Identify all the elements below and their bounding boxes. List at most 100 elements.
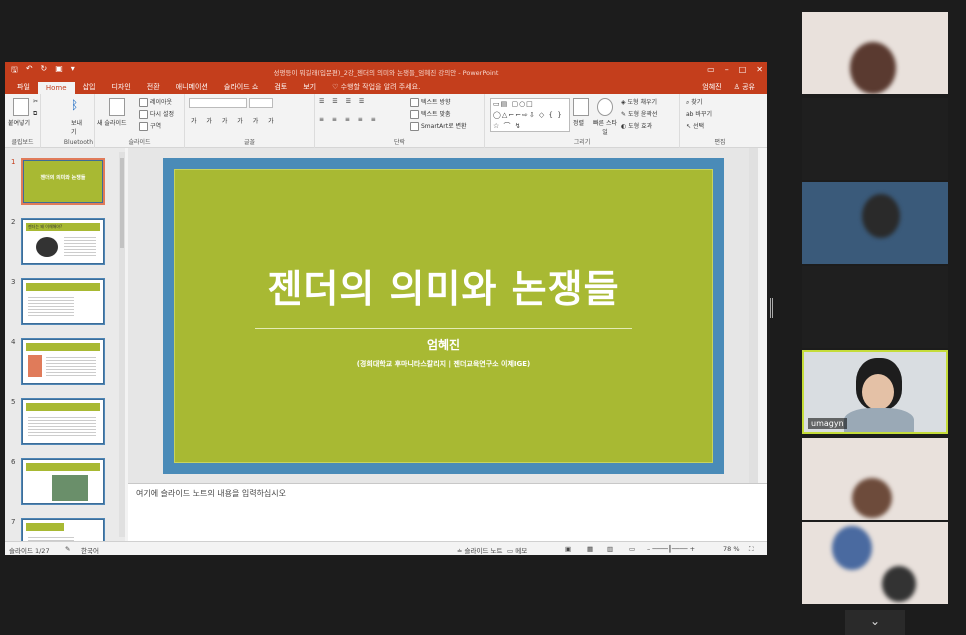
participant-tile-2[interactable] bbox=[802, 98, 948, 180]
fit-slide-icon[interactable]: ⛶ bbox=[749, 545, 754, 554]
status-bar: 슬라이드 1/27 ✎ 한국어 ≐ 슬라이드 노트 ▭ 메모 ▣ ▦ ▥ ▭ –… bbox=[5, 541, 767, 555]
outline-icon: ✎ bbox=[621, 111, 628, 118]
editor-scrollbar[interactable] bbox=[749, 148, 758, 483]
arrange-icon[interactable] bbox=[573, 98, 589, 116]
slide-thumbnail-1[interactable]: 젠더의 의미와 논쟁들 bbox=[21, 158, 105, 205]
ribbon-options-icon[interactable]: ▭ bbox=[707, 65, 715, 74]
slide-thumbnail-5[interactable] bbox=[21, 398, 105, 445]
notes-icon: ≐ bbox=[457, 547, 465, 555]
thumb-header bbox=[26, 283, 100, 291]
cut-icon[interactable]: ✂ bbox=[33, 98, 38, 105]
font-size-input[interactable] bbox=[249, 98, 273, 108]
replace-button[interactable]: ab 바꾸기 bbox=[686, 109, 712, 118]
ribbon-home: 붙여넣기 ✂ ⧉ 클립보드 ᛒ 보내기 Bluetooth 새 슬라이드 레이아… bbox=[5, 94, 767, 148]
slide-sorter-icon[interactable]: ▦ bbox=[587, 545, 593, 553]
drawing-label: 그리기 bbox=[573, 139, 591, 146]
slideshow-icon[interactable]: ▭ bbox=[629, 545, 635, 553]
participant-tile-6[interactable] bbox=[802, 438, 948, 520]
slide-thumbnail-3[interactable] bbox=[21, 278, 105, 325]
shape-effects-button[interactable]: ◐ 도형 효과 bbox=[621, 121, 652, 130]
participant-tile-7[interactable] bbox=[802, 522, 948, 604]
thumb-image bbox=[36, 237, 58, 257]
align-buttons[interactable]: ≡ ≡ ≡ ≡ ≡ bbox=[319, 116, 379, 123]
participant-tile-active[interactable]: umagyn bbox=[802, 350, 948, 434]
participant-tile-1[interactable] bbox=[802, 12, 948, 94]
comments-button[interactable]: ▭ 메모 bbox=[507, 545, 527, 555]
tab-review[interactable]: 검토 bbox=[266, 80, 295, 94]
text-direction-button[interactable]: 텍스트 방향 bbox=[410, 97, 451, 107]
font-name-input[interactable] bbox=[189, 98, 247, 108]
minimize-icon[interactable]: – bbox=[725, 65, 729, 74]
find-button[interactable]: ⌕ 찾기 bbox=[686, 97, 702, 107]
tab-home[interactable]: Home bbox=[37, 82, 75, 94]
slide-thumbnail-4[interactable] bbox=[21, 338, 105, 385]
zoom-meeting-screen: 🖫 ↶ ↻ ▣ ▾ 성평등이 뭐길래(입문편)_2강_젠더의 의미와 논쟁들_엄… bbox=[0, 0, 966, 635]
tab-animations[interactable]: 애니메이션 bbox=[168, 80, 216, 94]
user-name[interactable]: 엄혜진 bbox=[702, 82, 721, 92]
slide-author[interactable]: 엄혜진 bbox=[175, 336, 712, 353]
participant-tile-4[interactable] bbox=[802, 266, 948, 348]
normal-view-icon[interactable]: ▣ bbox=[565, 545, 571, 553]
new-slide-button[interactable]: 새 슬라이드 bbox=[97, 118, 127, 127]
thumb-number: 5 bbox=[11, 398, 16, 406]
slide-editor[interactable]: 젠더의 의미와 논쟁들 엄혜진 (경희대학교 후마니타스칼리지 | 젠더교육연구… bbox=[128, 148, 758, 483]
slide-title[interactable]: 젠더의 의미와 논쟁들 bbox=[175, 258, 712, 313]
align-text-icon bbox=[410, 110, 419, 119]
quick-styles-icon[interactable] bbox=[597, 98, 613, 116]
splitter-handle[interactable] bbox=[770, 298, 773, 318]
thumb-image bbox=[28, 355, 42, 377]
group-slides: 새 슬라이드 레이아웃 다시 설정 구역 슬라이드 bbox=[95, 94, 185, 148]
reading-view-icon[interactable]: ▥ bbox=[607, 545, 613, 553]
quick-styles-button[interactable]: 빠른 스타일 bbox=[593, 118, 617, 136]
select-button[interactable]: ↖ 선택 bbox=[686, 121, 704, 130]
zoom-slider[interactable]: – ────┃──── + bbox=[647, 545, 695, 553]
tab-insert[interactable]: 삽입 bbox=[75, 80, 104, 94]
layout-button[interactable]: 레이아웃 bbox=[139, 97, 172, 107]
thumbnails-scrollbar[interactable] bbox=[119, 152, 125, 537]
tab-transitions[interactable]: 전환 bbox=[139, 80, 168, 94]
tab-view[interactable]: 보기 bbox=[295, 80, 324, 94]
slide-thumbnail-2[interactable]: 젠더는 왜 이해해야? bbox=[21, 218, 105, 265]
send-button[interactable]: 보내기 bbox=[71, 118, 83, 136]
tab-slideshow[interactable]: 슬라이드 쇼 bbox=[216, 80, 266, 94]
thumb-number: 2 bbox=[11, 218, 16, 226]
copy-icon[interactable]: ⧉ bbox=[33, 110, 37, 118]
paste-button[interactable]: 붙여넣기 bbox=[8, 118, 30, 127]
participant-tile-3[interactable] bbox=[802, 182, 948, 264]
slide-thumbnails-pane[interactable]: 1 젠더의 의미와 논쟁들 2 젠더는 왜 이해해야? 3 4 5 6 7 bbox=[5, 148, 125, 541]
maximize-icon[interactable]: □ bbox=[739, 65, 747, 74]
slide-thumbnail-7[interactable] bbox=[21, 518, 105, 541]
language[interactable]: 한국어 bbox=[81, 545, 99, 555]
tab-design[interactable]: 디자인 bbox=[103, 80, 138, 94]
chevron-down-icon[interactable]: ⌄ bbox=[845, 610, 905, 635]
clipboard-label: 클립보드 bbox=[11, 139, 34, 146]
scroll-thumb[interactable] bbox=[120, 158, 124, 248]
share-button[interactable]: ♙ 공유 bbox=[734, 82, 755, 92]
smartart-button[interactable]: SmartArt로 변환 bbox=[410, 121, 467, 131]
notes-pane[interactable]: 여기에 슬라이드 노트의 내용을 입력하십시오 bbox=[128, 483, 767, 541]
editing-label: 편집 bbox=[714, 139, 726, 146]
shape-outline-button[interactable]: ✎ 도형 윤곽선 bbox=[621, 109, 657, 118]
thumb-lines bbox=[28, 295, 74, 317]
slide-thumbnail-6[interactable] bbox=[21, 458, 105, 505]
slide-affiliation[interactable]: (경희대학교 후마니타스칼리지 | 젠더교육연구소 이제IGE) bbox=[175, 359, 712, 369]
tab-file[interactable]: 파일 bbox=[9, 80, 38, 94]
spellcheck-icon[interactable]: ✎ bbox=[65, 545, 70, 553]
zoom-level[interactable]: 78 % bbox=[723, 545, 740, 553]
close-icon[interactable]: ✕ bbox=[756, 65, 763, 74]
lightbulb-icon: ♡ bbox=[332, 83, 341, 91]
paste-icon[interactable] bbox=[13, 98, 29, 116]
reset-button[interactable]: 다시 설정 bbox=[139, 109, 174, 119]
new-slide-icon[interactable] bbox=[109, 98, 125, 116]
shape-fill-button[interactable]: ◈ 도형 채우기 bbox=[621, 97, 657, 106]
tell-me-search[interactable]: ♡ 수행할 작업을 알려 주세요. bbox=[324, 80, 428, 94]
font-format-buttons[interactable]: 가 가 가 가 가 가 bbox=[191, 116, 278, 125]
thumb-number: 4 bbox=[11, 338, 16, 346]
arrange-button[interactable]: 정렬 bbox=[573, 118, 584, 127]
current-slide[interactable]: 젠더의 의미와 논쟁들 엄혜진 (경희대학교 후마니타스칼리지 | 젠더교육연구… bbox=[163, 158, 724, 474]
section-button[interactable]: 구역 bbox=[139, 121, 161, 131]
bluetooth-icon[interactable]: ᛒ bbox=[71, 98, 78, 112]
list-buttons[interactable]: ☰ ☰ ☰ ☰ bbox=[319, 98, 367, 105]
align-text-button[interactable]: 텍스트 맞춤 bbox=[410, 109, 451, 119]
notes-button[interactable]: ≐ 슬라이드 노트 bbox=[457, 545, 502, 555]
